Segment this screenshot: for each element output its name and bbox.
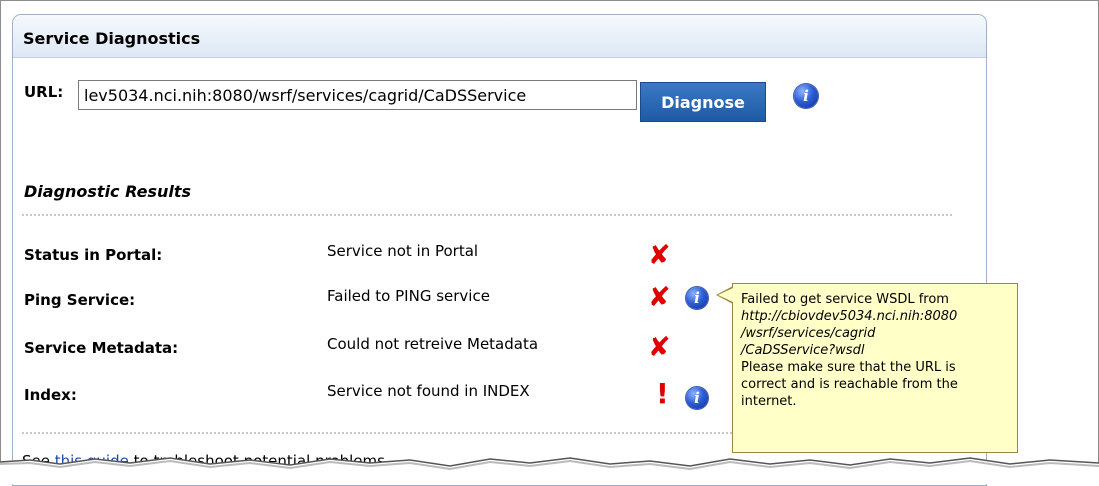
tooltip-url: /CaDSService?wsdl [741,343,865,358]
index-value: Service not found in INDEX [327,382,530,400]
tooltip-pointer-fill [718,288,733,302]
tooltip-text: Failed to get service WSDL from [741,292,949,307]
tooltip-text: correct and is reachable from the [741,377,958,392]
diagnose-button[interactable]: Diagnose [640,82,766,122]
info-icon[interactable]: i [686,287,708,309]
tooltip-text: Please make sure that the URL is [741,360,956,375]
torn-edge [0,457,1099,484]
exclamation-icon: ! [656,377,669,410]
tooltip-text: internet. [741,394,797,409]
status-in-portal-label: Status in Portal: [24,246,163,264]
info-icon[interactable]: i [686,387,708,409]
service-metadata-value: Could not retreive Metadata [327,335,539,353]
info-icon[interactable]: i [794,84,818,108]
url-label: URL: [24,83,64,101]
url-input[interactable] [78,80,637,110]
service-metadata-label: Service Metadata: [24,339,179,357]
index-label: Index: [24,386,77,404]
ping-service-value: Failed to PING service [327,287,490,305]
red-x-icon: ✘ [648,282,671,313]
panel-title: Service Diagnostics [23,29,201,48]
tooltip-url: /wsrf/services/cagrid [741,326,876,341]
ping-service-label: Ping Service: [24,291,136,309]
status-in-portal-value: Service not in Portal [327,242,479,260]
error-tooltip: Failed to get service WSDL from http://c… [732,283,1018,453]
tooltip-url: http://cbiovdev5034.nci.nih:8080 [741,309,958,324]
diagnostic-results-title: Diagnostic Results [24,182,192,201]
divider [22,214,952,216]
red-x-icon: ✘ [648,332,671,363]
red-x-icon: ✘ [648,240,671,271]
